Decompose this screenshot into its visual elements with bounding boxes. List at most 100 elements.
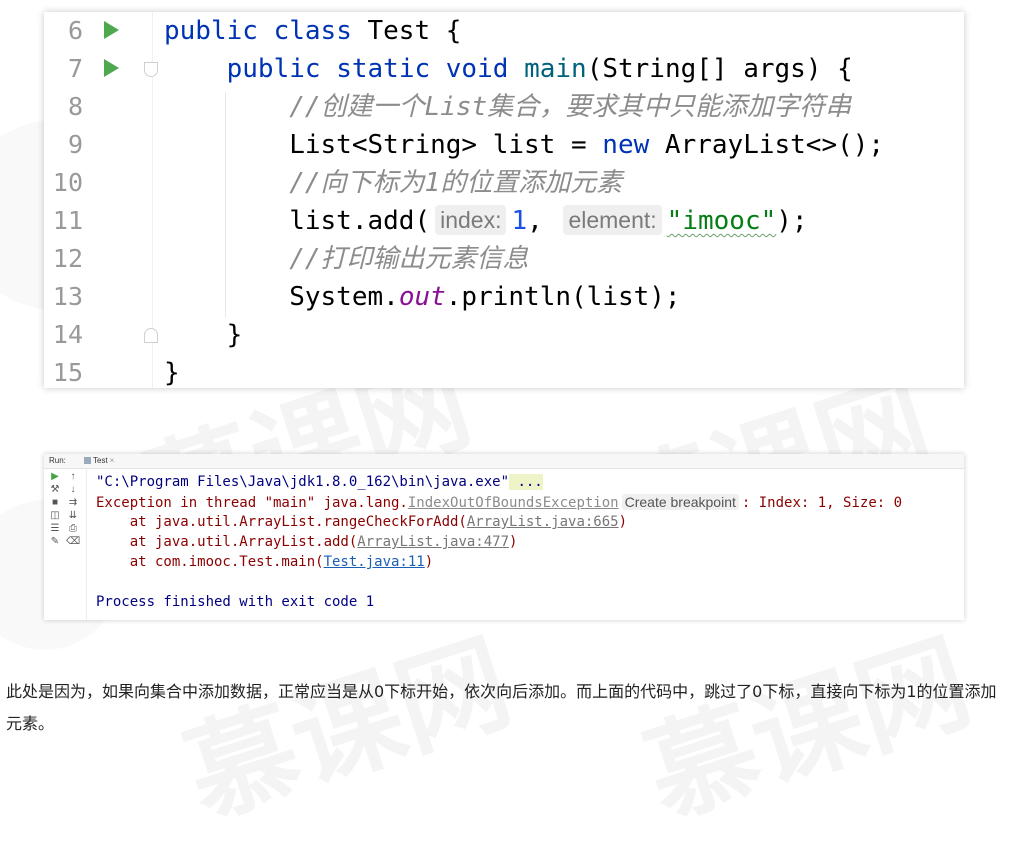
- command-ellipsis[interactable]: ...: [509, 474, 543, 490]
- code-token: void: [445, 54, 525, 84]
- console-toolbar-left: ▶ ⚒ ■ ◫ ☰ ✎: [48, 470, 62, 548]
- source-link[interactable]: ArrayList.java:477: [357, 534, 509, 550]
- code-text: public class Test {: [164, 12, 461, 50]
- code-text: List<String> list = new ArrayList<>();: [164, 126, 884, 164]
- fold-close-icon[interactable]: [144, 328, 158, 343]
- code-token: System.: [164, 282, 399, 312]
- code-token: (String[] args) {: [586, 54, 853, 84]
- line-number: 11: [52, 206, 83, 235]
- command-line: "C:\Program Files\Java\jdk1.8.0_162\bin\…: [96, 474, 543, 490]
- line-number: 13: [52, 282, 83, 311]
- code-text: //打印输出元素信息: [164, 240, 529, 278]
- line-number: 9: [67, 130, 83, 159]
- code-token: list.add(: [164, 206, 431, 236]
- code-token: 1: [511, 206, 528, 236]
- code-token: //打印输出元素信息: [289, 244, 529, 274]
- code-text: //向下标为1的位置添加元素: [164, 164, 622, 202]
- create-breakpoint-button[interactable]: Create breakpoint: [621, 494, 739, 510]
- explanation-paragraph: 此处是因为，如果向集合中添加数据，正常应当是从0下标开始，依次向后添加。而上面的…: [6, 682, 997, 733]
- code-line[interactable]: 7 public static void main(String[] args)…: [44, 50, 964, 88]
- tab-test[interactable]: Test ×: [80, 454, 118, 468]
- tab-test-label: Test: [93, 456, 108, 465]
- line-number: 10: [52, 168, 83, 197]
- code-token: //创建一个List集合，要求其中只能添加字符串: [289, 92, 852, 122]
- camera-icon[interactable]: ◫: [48, 509, 62, 522]
- code-token: .println(list);: [445, 282, 681, 312]
- tab-app-icon: [84, 457, 91, 464]
- code-token: public: [164, 16, 274, 46]
- stack-trace-line: at java.util.ArrayList.add(ArrayList.jav…: [96, 534, 518, 550]
- code-token: //向下标为1的位置添加元素: [289, 168, 623, 198]
- code-token: public: [226, 54, 337, 84]
- code-text: public static void main(String[] args) {: [164, 50, 853, 88]
- code-token: main: [524, 54, 587, 84]
- code-token: new: [602, 130, 665, 160]
- line-number: 14: [52, 320, 83, 349]
- console-tab-bar: Run: Test ×: [44, 454, 964, 469]
- code-token: }: [164, 320, 243, 350]
- rerun-icon[interactable]: ▶: [48, 470, 62, 483]
- code-line[interactable]: 6 public class Test {: [44, 12, 964, 50]
- line-number: 7: [67, 54, 83, 83]
- source-link[interactable]: Test.java:11: [324, 554, 425, 570]
- code-line[interactable]: 13 System.out.println(list);: [44, 278, 964, 316]
- code-token: out: [398, 282, 446, 312]
- line-number: 8: [67, 92, 83, 121]
- exit-message: Process finished with exit code 1: [96, 594, 375, 610]
- string-literal: "imooc": [666, 206, 777, 236]
- stack-trace-line: at com.imooc.Test.main(Test.java:11): [96, 554, 434, 570]
- trash-icon[interactable]: ⌫: [66, 535, 80, 548]
- line-number: 12: [52, 244, 83, 273]
- fold-open-icon[interactable]: [144, 62, 158, 77]
- code-text: }: [164, 354, 180, 392]
- tab-close-icon[interactable]: ×: [110, 456, 115, 465]
- exception-line: Exception in thread "main" java.lang.Ind…: [96, 494, 903, 511]
- code-text: System.out.println(list);: [164, 278, 681, 316]
- layout-icon[interactable]: ☰: [48, 522, 62, 535]
- code-line[interactable]: 12 //打印输出元素信息: [44, 240, 964, 278]
- run-console[interactable]: Run: Test × ▶ ⚒ ■ ◫ ☰ ✎ ↑ ↓ ⇉ ⇊ ⎙ ⌫ "C:\P…: [44, 454, 964, 620]
- code-token: Test {: [367, 16, 462, 46]
- line-number: 15: [52, 358, 83, 387]
- source-link[interactable]: ArrayList.java:665: [467, 514, 619, 530]
- console-output: "C:\Program Files\Java\jdk1.8.0_162\bin\…: [96, 472, 902, 612]
- parameter-hint: index:: [435, 205, 507, 235]
- code-token: }: [164, 358, 180, 388]
- code-token: );: [776, 206, 808, 236]
- code-token: List<String> list =: [164, 130, 603, 160]
- run-gutter-icon[interactable]: [104, 59, 119, 77]
- scroll-end-icon[interactable]: ⇊: [66, 509, 80, 522]
- code-text: //创建一个List集合，要求其中只能添加字符串: [164, 88, 851, 126]
- run-gutter-icon[interactable]: [104, 21, 119, 39]
- exception-link[interactable]: IndexOutOfBoundsException: [408, 495, 619, 511]
- code-line[interactable]: 11 list.add(index: 1, element: "imooc");: [44, 202, 964, 240]
- code-line[interactable]: 15}: [44, 354, 964, 392]
- code-line[interactable]: 14 }: [44, 316, 964, 354]
- console-separator: [86, 469, 87, 620]
- code-text: list.add(index: 1, element: "imooc");: [164, 202, 808, 240]
- code-line[interactable]: 9 List<String> list = new ArrayList<>();: [44, 126, 964, 164]
- code-token: static: [336, 54, 446, 84]
- parameter-hint: element:: [563, 205, 662, 235]
- stop-icon[interactable]: ■: [48, 496, 62, 509]
- arrow-down-icon[interactable]: ↓: [66, 483, 80, 496]
- print-icon[interactable]: ⎙: [66, 522, 80, 535]
- code-editor[interactable]: 6 public class Test {7 public static void…: [44, 12, 964, 388]
- code-text: }: [164, 316, 243, 354]
- wrench-icon[interactable]: ⚒: [48, 483, 62, 496]
- code-line[interactable]: 10 //向下标为1的位置添加元素: [44, 164, 964, 202]
- soft-wrap-icon[interactable]: ⇉: [66, 496, 80, 509]
- pin-icon[interactable]: ✎: [48, 535, 62, 548]
- run-label: Run:: [49, 456, 66, 465]
- line-number: 6: [67, 16, 83, 45]
- code-line[interactable]: 8 //创建一个List集合，要求其中只能添加字符串: [44, 88, 964, 126]
- console-toolbar-right: ↑ ↓ ⇉ ⇊ ⎙ ⌫: [66, 470, 80, 548]
- code-token: class: [273, 16, 368, 46]
- arrow-up-icon[interactable]: ↑: [66, 470, 80, 483]
- code-token: ,: [527, 206, 559, 236]
